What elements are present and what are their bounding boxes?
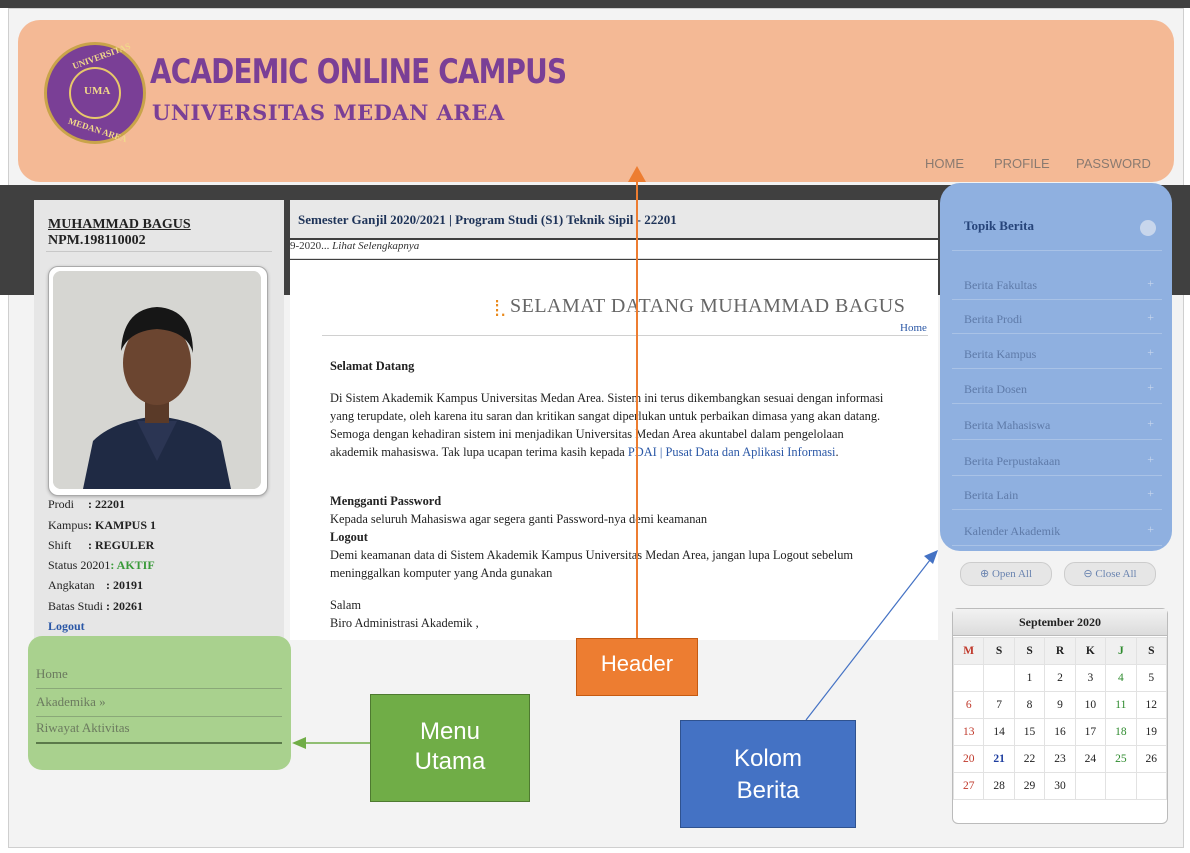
news-callout: Kolom Berita (680, 720, 856, 828)
news-callout-label: Kolom Berita (733, 745, 803, 804)
callout-lines (292, 550, 938, 749)
menu-callout: Menu Utama (370, 694, 530, 802)
menu-callout-label: Menu Utama (414, 718, 486, 775)
